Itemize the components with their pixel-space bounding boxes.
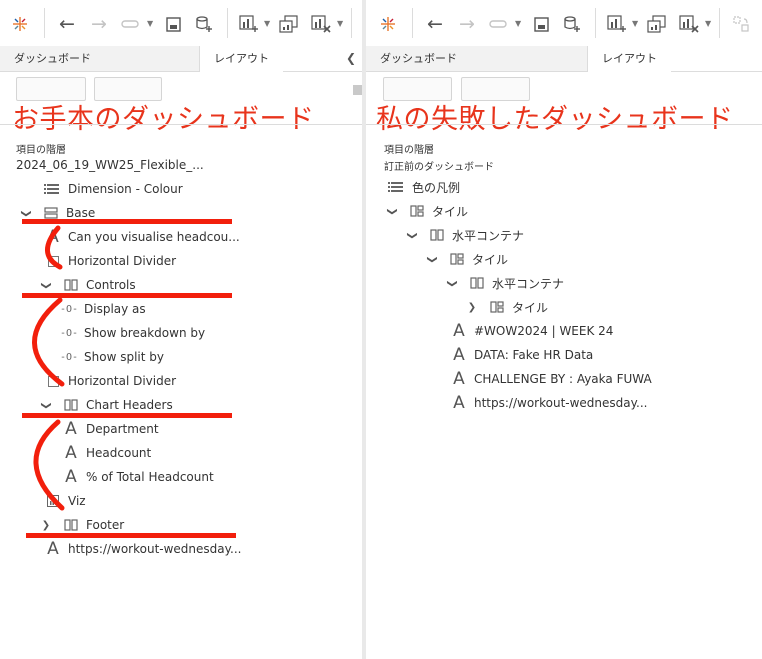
chevron-down-icon[interactable]: ❮ <box>447 277 458 289</box>
text-icon: A <box>453 392 465 413</box>
tree-item[interactable]: ❮ 水平コンテナ <box>446 271 565 295</box>
tab-dashboard[interactable]: ダッシュボード <box>366 46 588 72</box>
tree-item[interactable]: ❮A#WOW2024 | WEEK 24 <box>450 319 613 343</box>
worksheet-dropdown-icon[interactable]: ▼ <box>632 19 638 28</box>
tree-item-label: タイル <box>512 300 549 315</box>
tree-item-label: #WOW2024 | WEEK 24 <box>474 324 614 338</box>
chevron-down-icon[interactable]: ❮ <box>407 229 418 241</box>
left-pane: ← → ▼ ▼ ▼ ダッシュボード レイアウト ❮ お手本のダッシュボード 項目… <box>0 0 362 659</box>
swap-icon[interactable] <box>488 13 510 35</box>
undo-icon[interactable]: ← <box>424 13 446 35</box>
tableau-logo-icon[interactable] <box>377 13 399 35</box>
tree-item[interactable]: ❮ACHALLENGE BY : Ayaka FUWA <box>450 367 652 391</box>
tiled-icon <box>448 253 466 265</box>
tree-item[interactable]: ❮ADATA: Fake HR Data <box>450 343 593 367</box>
chevron-right-icon[interactable]: ❯ <box>466 302 478 313</box>
chevron-down-icon[interactable]: ❮ <box>387 205 398 217</box>
divider <box>366 124 762 125</box>
toolbar: ← → ▼ ▼ ▼ <box>366 0 762 46</box>
swap-dropdown-icon[interactable]: ▼ <box>515 19 521 28</box>
horizontal-container-icon <box>428 229 446 241</box>
tree-item[interactable]: ❮ タイル <box>386 199 469 223</box>
swap-axes-icon[interactable] <box>730 13 752 35</box>
pane-tabs: ダッシュボード レイアウト <box>366 46 762 72</box>
root-item-label[interactable]: 訂正前のダッシュボード <box>384 158 494 173</box>
tiled-icon <box>408 205 426 217</box>
redo-icon[interactable]: → <box>456 13 478 35</box>
annotation-arcs <box>32 225 65 511</box>
tree-item-label: DATA: Fake HR Data <box>474 348 594 362</box>
clear-icon[interactable] <box>678 13 700 35</box>
toolbar-separator <box>412 8 413 38</box>
horizontal-container-icon <box>468 277 486 289</box>
tab-layout[interactable]: レイアウト <box>588 46 671 72</box>
new-datasource-icon[interactable] <box>561 13 583 35</box>
tree-item[interactable]: ❮ タイル <box>426 247 509 271</box>
legend-list-icon <box>388 182 406 192</box>
tree-item[interactable]: ❮Ahttps://workout-wednesday... <box>450 391 647 415</box>
tree-item-label: タイル <box>472 252 509 267</box>
tree-item-label: 水平コンテナ <box>452 228 525 243</box>
toolbar-separator <box>719 8 720 38</box>
toolbar-separator <box>595 8 596 38</box>
tiled-icon <box>488 301 506 313</box>
chevron-down-icon[interactable]: ❮ <box>427 253 438 265</box>
text-icon: A <box>453 320 465 341</box>
duplicate-icon[interactable] <box>646 13 668 35</box>
tree-item-label: CHALLENGE BY : Ayaka FUWA <box>474 372 652 386</box>
section-label: 項目の階層 <box>384 145 434 156</box>
text-icon: A <box>453 344 465 365</box>
tree-item-label: 水平コンテナ <box>492 276 565 291</box>
overlay-title: 私の失敗したダッシュボード <box>376 104 734 135</box>
tree-item[interactable]: ❯ タイル <box>466 295 548 319</box>
tree-item-label: タイル <box>432 204 469 219</box>
tree-item-label: 色の凡例 <box>412 180 461 195</box>
clear-dropdown-icon[interactable]: ▼ <box>705 19 711 28</box>
text-icon: A <box>453 368 465 389</box>
tree-item-label: https://workout-wednesday... <box>474 396 648 410</box>
save-icon[interactable] <box>530 13 552 35</box>
tree-item[interactable]: ❮ 水平コンテナ <box>406 223 525 247</box>
new-worksheet-icon[interactable] <box>606 13 628 35</box>
right-pane: ← → ▼ ▼ ▼ ダッシュボード レイアウト 私の失敗したダッシュボード 項目… <box>366 0 762 659</box>
tree-item[interactable]: ❮色の凡例 <box>388 175 460 199</box>
